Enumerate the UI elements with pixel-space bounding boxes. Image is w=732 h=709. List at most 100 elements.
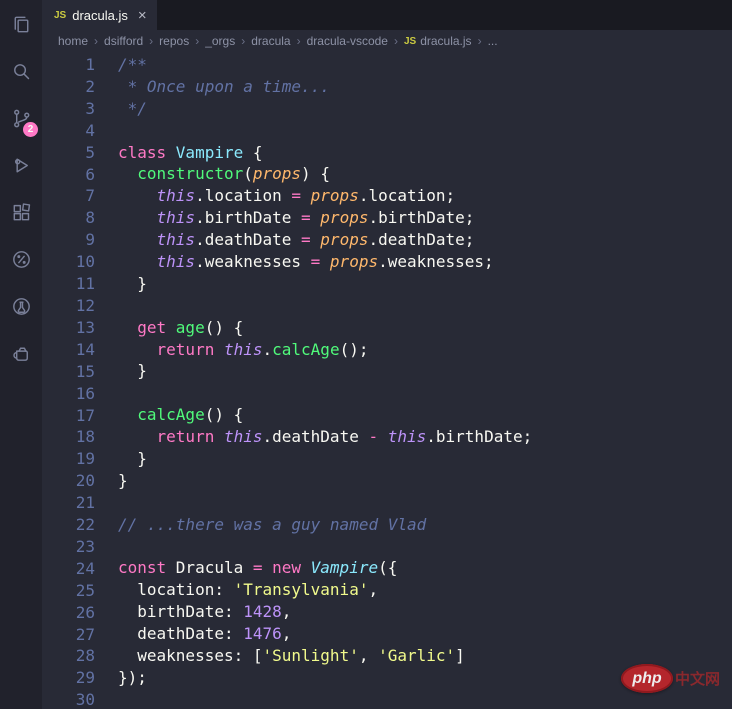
code-line[interactable]: deathDate: 1476, [118,623,532,645]
line-number: 1 [42,54,95,76]
source-control-button[interactable]: 2 [0,95,42,142]
chevron-right-icon: › [94,34,98,48]
code-line[interactable]: }); [118,667,532,689]
code-line[interactable] [118,120,532,142]
code-line[interactable]: calcAge() { [118,404,532,426]
search-button[interactable] [0,48,42,95]
line-number: 6 [42,164,95,186]
line-number: 13 [42,317,95,339]
code-line[interactable]: } [118,470,532,492]
code-line[interactable]: weaknesses: ['Sunlight', 'Garlic'] [118,645,532,667]
breadcrumb-item-repos[interactable]: repos [159,34,189,48]
line-number: 30 [42,689,95,709]
code-line[interactable]: this.deathDate = props.deathDate; [118,229,532,251]
activity-bar: 2 [0,0,42,709]
breadcrumb-item-dracula[interactable]: dracula [251,34,290,48]
breadcrumb-item-home[interactable]: home [58,34,88,48]
tab-bar: JS dracula.js × [42,0,732,30]
chevron-right-icon: › [149,34,153,48]
code-line[interactable]: return this.deathDate - this.birthDate; [118,426,532,448]
line-number-gutter: 1234567891011121314151617181920212223242… [42,54,104,709]
extension-c-button[interactable] [0,330,42,377]
code-line[interactable] [118,295,532,317]
extension-b-icon [10,295,33,318]
line-number: 11 [42,273,95,295]
code-line[interactable]: get age() { [118,317,532,339]
breadcrumb-item-orgs[interactable]: _orgs [205,34,235,48]
vscode-window: 2 JS dracula.js × home › ds [0,0,732,709]
code-line[interactable]: } [118,448,532,470]
code-line[interactable]: */ [118,98,532,120]
line-number: 25 [42,580,95,602]
search-icon [10,60,33,83]
breadcrumb: home › dsifford › repos › _orgs › dracul… [42,30,732,52]
code-line[interactable]: this.location = props.location; [118,185,532,207]
php-logo: php [621,664,673,693]
tab-label: dracula.js [72,8,128,23]
code-line[interactable]: return this.calcAge(); [118,339,532,361]
code-editor[interactable]: 1234567891011121314151617181920212223242… [42,52,732,709]
line-number: 8 [42,207,95,229]
breadcrumb-item-file[interactable]: dracula.js [420,34,471,48]
line-number: 29 [42,667,95,689]
line-number: 19 [42,448,95,470]
code-line[interactable]: this.weaknesses = props.weaknesses; [118,251,532,273]
line-number: 14 [42,339,95,361]
line-number: 21 [42,492,95,514]
line-number: 10 [42,251,95,273]
line-number: 4 [42,120,95,142]
breadcrumb-item-dsifford[interactable]: dsifford [104,34,143,48]
code-line[interactable] [118,382,532,404]
code-line[interactable]: this.birthDate = props.birthDate; [118,207,532,229]
line-number: 26 [42,602,95,624]
line-number: 15 [42,361,95,383]
line-number: 22 [42,514,95,536]
tab-dracula-js[interactable]: JS dracula.js × [42,0,157,30]
line-number: 23 [42,536,95,558]
chevron-right-icon: › [241,34,245,48]
chevron-right-icon: › [478,34,482,48]
code-line[interactable]: const Dracula = new Vampire({ [118,557,532,579]
line-number: 16 [42,383,95,405]
code-line[interactable] [118,536,532,558]
line-number: 5 [42,142,95,164]
code-line[interactable]: class Vampire { [118,142,532,164]
line-number: 7 [42,185,95,207]
code-line[interactable]: } [118,360,532,382]
line-number: 3 [42,98,95,120]
code-area[interactable]: /** * Once upon a time... */ class Vampi… [104,54,532,709]
code-line[interactable]: * Once upon a time... [118,76,532,98]
editor-group: JS dracula.js × home › dsifford › repos … [42,0,732,709]
code-line[interactable]: location: 'Transylvania', [118,579,532,601]
code-line[interactable]: /** [118,54,532,76]
files-explorer-button[interactable] [0,1,42,48]
extension-c-icon [10,342,33,365]
extension-a-icon [10,248,33,271]
breadcrumb-item-dracula-vscode[interactable]: dracula-vscode [307,34,388,48]
code-line[interactable]: } [118,273,532,295]
chevron-right-icon: › [394,34,398,48]
line-number: 2 [42,76,95,98]
extensions-button[interactable] [0,189,42,236]
extensions-icon [10,201,33,224]
run-debug-icon [10,154,33,177]
js-file-icon: JS [404,36,416,47]
tab-close-icon[interactable]: × [138,8,147,23]
code-line[interactable]: birthDate: 1428, [118,601,532,623]
code-line[interactable]: constructor(props) { [118,163,532,185]
watermark: php 中文网 [621,664,720,693]
line-number: 9 [42,229,95,251]
extension-b-button[interactable] [0,283,42,330]
code-line[interactable] [118,689,532,709]
line-number: 20 [42,470,95,492]
extension-a-button[interactable] [0,236,42,283]
chevron-right-icon: › [195,34,199,48]
files-explorer-icon [10,13,33,36]
php-logo-text: php [632,670,661,688]
scm-badge: 2 [23,122,38,137]
breadcrumb-item-more[interactable]: ... [488,34,498,48]
line-number: 24 [42,558,95,580]
run-debug-button[interactable] [0,142,42,189]
code-line[interactable] [118,492,532,514]
code-line[interactable]: // ...there was a guy named Vlad [118,514,532,536]
